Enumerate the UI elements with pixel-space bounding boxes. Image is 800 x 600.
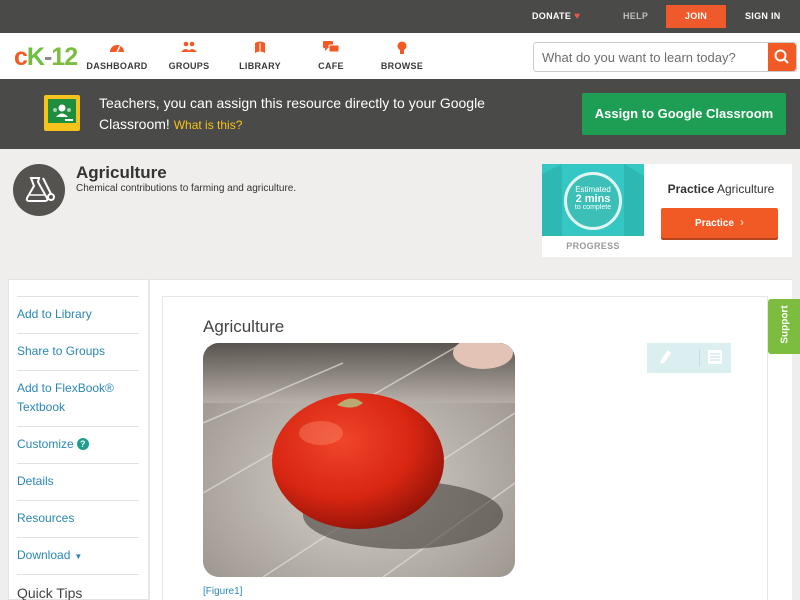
caret-down-icon: ▼ (74, 552, 83, 561)
help-question-icon[interactable]: ? (76, 438, 89, 450)
logo-12: 12 (51, 43, 78, 71)
figure-link[interactable]: [Figure1] (203, 586, 242, 597)
search-button[interactable] (768, 43, 796, 71)
nav-library-label: LIBRARY (239, 61, 281, 71)
sidebar-item-details[interactable]: Details (17, 463, 139, 500)
estimated-time-circle: Estimated 2 mins to complete (564, 172, 622, 230)
nav-browse-label: BROWSE (380, 61, 424, 71)
classroom-banner-message: Teachers, you can assign this resource d… (99, 95, 485, 132)
article-card: Agriculture [Figure1] (162, 296, 768, 600)
dashboard-icon (82, 41, 152, 57)
lightbulb-icon (367, 41, 437, 57)
estimated-minutes: 2 mins (575, 193, 611, 205)
article-title: Agriculture (203, 317, 285, 336)
join-button[interactable]: JOIN (666, 5, 726, 28)
topic-title: Agriculture (76, 163, 167, 182)
topic-subtitle: Chemical contributions to farming and ag… (76, 183, 297, 194)
support-tab[interactable]: Support (768, 299, 800, 354)
practice-button-label: Practice (695, 218, 734, 229)
sidebar-item-resources[interactable]: Resources (17, 500, 139, 537)
sidebar-item-quick-tips[interactable]: Quick Tips (17, 574, 139, 600)
practice-button[interactable]: Practice › (661, 208, 778, 238)
resource-sidebar: Add to Library Share to Groups Add to Fl… (8, 279, 150, 600)
chemistry-flask-icon (13, 164, 65, 216)
what-is-this-link[interactable]: What is this? (174, 118, 243, 132)
nav-browse[interactable]: BROWSE (367, 41, 437, 71)
chat-bubble-icon (296, 41, 366, 57)
ck12-logo[interactable]: cK-12 (14, 43, 78, 72)
support-label: Support (779, 305, 791, 344)
search-box (533, 42, 797, 72)
pencil-icon[interactable] (659, 349, 673, 368)
nav-dashboard[interactable]: DASHBOARD (82, 41, 152, 71)
sidebar-item-label: Share to Groups (17, 344, 106, 358)
nav-cafe-label: CAFE (318, 61, 344, 71)
sidebar-item-share-to-groups[interactable]: Share to Groups (17, 333, 139, 370)
donate-link[interactable]: DONATE ♥ (532, 0, 580, 33)
library-icon (225, 41, 295, 57)
practice-progress-thumbnail[interactable]: Estimated 2 mins to complete (542, 164, 644, 236)
sidebar-item-label: Customize (17, 437, 74, 451)
assign-google-classroom-button[interactable]: Assign to Google Classroom (582, 93, 786, 135)
sidebar-item-label: Quick Tips (17, 585, 83, 600)
sign-in-link[interactable]: SIGN IN (745, 0, 781, 33)
google-classroom-icon (44, 95, 80, 131)
main-content: Agriculture [Figure1] (150, 279, 792, 600)
article-tools (647, 343, 731, 373)
google-classroom-banner: Teachers, you can assign this resource d… (0, 79, 800, 149)
sidebar-item-label: Download (17, 548, 71, 562)
nav-dashboard-label: DASHBOARD (86, 61, 148, 71)
nav-library[interactable]: LIBRARY (225, 41, 295, 71)
sidebar-item-customize[interactable]: Customize? (17, 426, 139, 463)
main-header: cK-12 DASHBOARD GROUPS LIBRARY CAFE BROW… (0, 33, 800, 79)
help-link[interactable]: HELP (623, 0, 648, 33)
nav-groups-label: GROUPS (168, 61, 210, 71)
classroom-banner-text: Teachers, you can assign this resource d… (99, 93, 539, 136)
practice-title: Practice Agriculture (650, 182, 792, 196)
sidebar-menu: Add to Library Share to Groups Add to Fl… (17, 296, 139, 600)
sidebar-item-label: Add to Library (17, 307, 92, 321)
logo-k: K (26, 43, 45, 71)
sidebar-item-label: Add to FlexBook® Textbook (17, 381, 114, 414)
sidebar-item-label: Details (17, 474, 54, 488)
search-input[interactable] (534, 43, 769, 71)
search-icon (774, 49, 789, 64)
practice-title-topic: Agriculture (717, 182, 775, 196)
sidebar-item-add-to-flexbook[interactable]: Add to FlexBook® Textbook (17, 370, 139, 426)
sidebar-item-download[interactable]: Download ▼ (17, 537, 139, 574)
chevron-right-icon: › (739, 215, 744, 229)
top-utility-bar: DONATE ♥ HELP JOIN SIGN IN (0, 0, 800, 33)
logo-c: c (14, 43, 28, 71)
nav-groups[interactable]: GROUPS (154, 41, 224, 71)
sidebar-item-add-to-library[interactable]: Add to Library (17, 296, 139, 333)
practice-card: Estimated 2 mins to complete PROGRESS Pr… (542, 164, 792, 257)
to-complete-label: to complete (574, 204, 612, 211)
groups-icon (154, 41, 224, 57)
progress-label: PROGRESS (566, 241, 620, 251)
heart-icon: ♥ (574, 11, 581, 22)
notes-icon[interactable] (699, 349, 722, 366)
nav-cafe[interactable]: CAFE (296, 41, 366, 71)
practice-title-bold: Practice (667, 182, 715, 196)
donate-label: DONATE (532, 11, 572, 21)
tomato-photo (203, 343, 515, 577)
sidebar-item-label: Resources (17, 511, 75, 525)
